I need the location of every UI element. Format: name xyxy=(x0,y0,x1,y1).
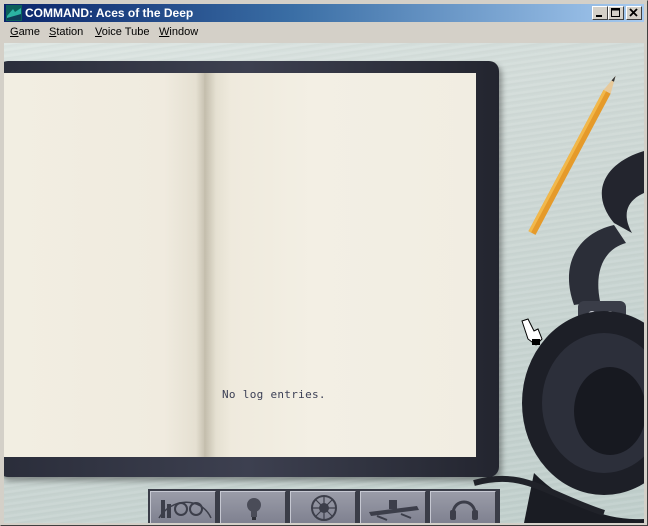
game-viewport[interactable]: No log entries. xyxy=(4,43,644,523)
close-icon xyxy=(629,8,638,17)
hand-cursor-icon xyxy=(521,318,543,346)
menu-game-label: ame xyxy=(18,26,40,38)
lightbulb-icon xyxy=(247,498,261,520)
menu-station-label: tation xyxy=(56,26,84,38)
menu-window-accelerator: W xyxy=(159,26,170,38)
menu-voice-tube-label: oice Tube xyxy=(101,26,150,38)
menu-game[interactable]: Game xyxy=(10,26,40,38)
minimize-button[interactable] xyxy=(592,6,608,20)
compass-icon xyxy=(311,495,337,521)
submarine-icon xyxy=(369,500,419,521)
app-icon xyxy=(6,5,22,21)
compass-station-button[interactable] xyxy=(290,491,356,523)
maximize-icon xyxy=(611,8,620,17)
gauge-icon xyxy=(158,500,212,519)
title-bar[interactable]: COMMAND: Aces of the Deep xyxy=(4,4,644,22)
station-toolbar xyxy=(148,489,500,523)
close-button[interactable] xyxy=(626,6,642,20)
headphones-small-icon xyxy=(450,500,478,520)
headphones-station-button[interactable] xyxy=(430,491,496,523)
lightbulb-station-button[interactable] xyxy=(220,491,286,523)
maximize-button[interactable] xyxy=(608,6,624,20)
menu-station[interactable]: Station xyxy=(49,26,83,38)
menu-bar: Game Station Voice Tube Window xyxy=(4,23,644,42)
submarine-station-button[interactable] xyxy=(360,491,426,523)
minimize-icon xyxy=(596,15,602,17)
gauges-station-button[interactable] xyxy=(150,491,216,523)
menu-voice-tube[interactable]: Voice Tube xyxy=(95,26,149,38)
menu-window[interactable]: Window xyxy=(159,26,198,38)
window-title: COMMAND: Aces of the Deep xyxy=(25,6,194,20)
menu-game-accelerator: G xyxy=(10,26,19,38)
menu-voice-tube-accelerator: V xyxy=(95,26,102,38)
application-window: COMMAND: Aces of the Deep Game Station V… xyxy=(0,0,648,526)
menu-window-label: indow xyxy=(169,26,199,38)
